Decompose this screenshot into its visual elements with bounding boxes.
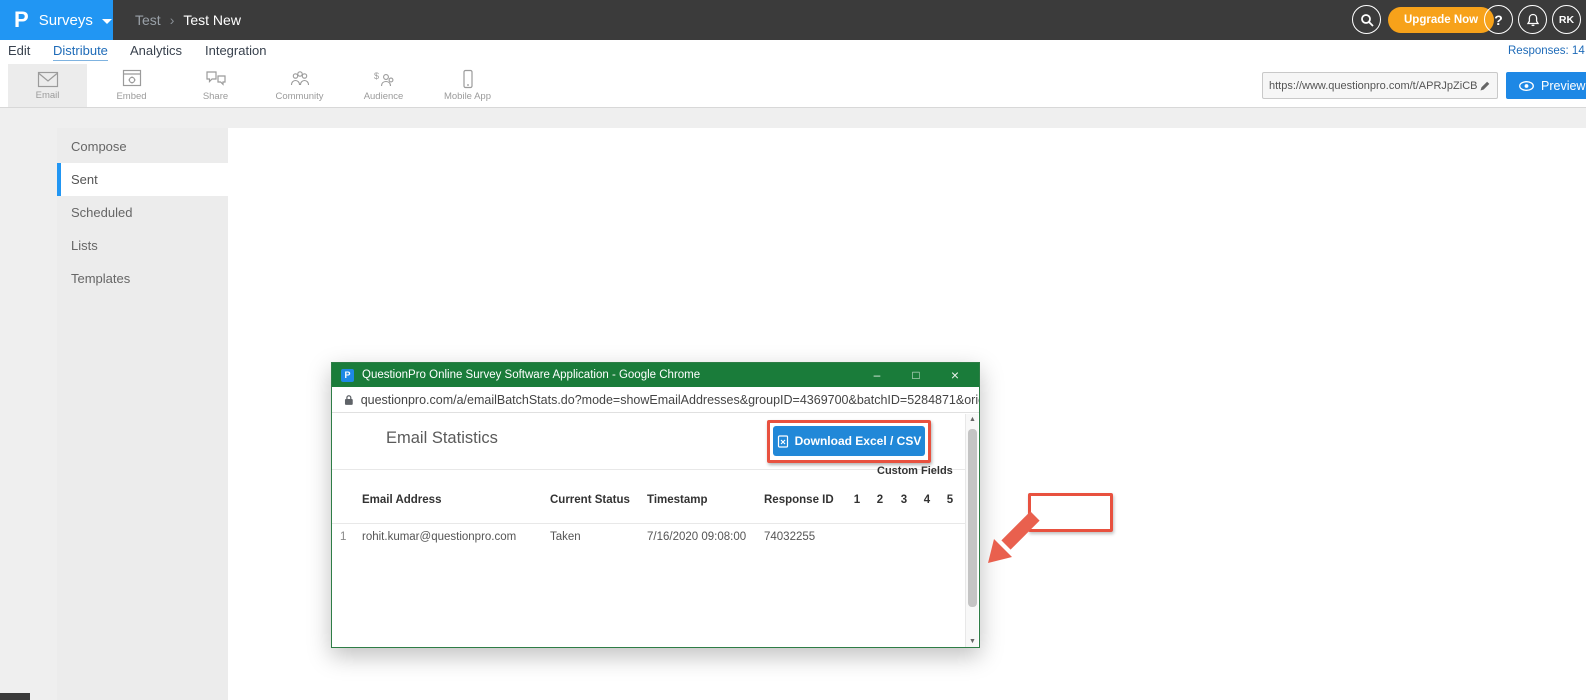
- share-icon: [205, 70, 227, 89]
- tab-integration[interactable]: Integration: [205, 43, 266, 58]
- breadcrumb-separator-icon: ›: [170, 12, 175, 28]
- mobile-phone-icon: [457, 69, 479, 89]
- divider: [332, 469, 968, 470]
- lock-icon: [344, 394, 354, 406]
- col-timestamp: Timestamp: [647, 494, 708, 506]
- toolbar-item-community[interactable]: Community: [260, 64, 339, 107]
- toolbar-label: Community: [275, 91, 323, 102]
- col-email-address: Email Address: [362, 494, 441, 506]
- sidebar-item-lists[interactable]: Lists: [57, 229, 228, 262]
- toolbar-item-share[interactable]: Share: [176, 64, 255, 107]
- custom-fields-label: Custom Fields: [877, 465, 953, 477]
- sidebar-item-templates[interactable]: Templates: [57, 262, 228, 295]
- col-custom-5: 5: [944, 494, 956, 506]
- row-timestamp: 7/16/2020 09:08:00: [647, 531, 746, 543]
- email-statistics-popup-window: P QuestionPro Online Survey Software App…: [331, 362, 980, 648]
- top-header-bar: P Surveys Test › Test New Upgrade Now ? …: [0, 0, 1586, 40]
- download-label: Download Excel / CSV: [795, 434, 922, 448]
- survey-url-field: [1262, 72, 1498, 99]
- email-icon: [37, 71, 59, 88]
- toolbar-label: Mobile App: [444, 91, 491, 102]
- surveys-menu-label: Surveys: [39, 12, 93, 29]
- col-custom-2: 2: [874, 494, 886, 506]
- popup-scrollbar[interactable]: ▲ ▼: [965, 414, 978, 647]
- audience-dollar-icon: $: [373, 70, 395, 89]
- popup-url-text: questionpro.com/a/emailBatchStats.do?mod…: [361, 393, 979, 407]
- chevron-down-icon: [102, 19, 112, 24]
- community-people-icon: [289, 70, 311, 89]
- minimize-button[interactable]: –: [860, 363, 894, 387]
- toolbar-item-email[interactable]: Email: [8, 64, 87, 107]
- row-index: 1: [340, 531, 346, 543]
- upgrade-now-button[interactable]: Upgrade Now: [1388, 7, 1494, 33]
- col-custom-3: 3: [898, 494, 910, 506]
- tab-distribute[interactable]: Distribute: [53, 43, 108, 61]
- help-button[interactable]: ?: [1484, 5, 1513, 34]
- toolbar-item-audience[interactable]: $ Audience: [344, 64, 423, 107]
- scroll-up-icon[interactable]: ▲: [966, 416, 979, 423]
- search-button[interactable]: [1352, 5, 1381, 34]
- svg-text:$: $: [374, 71, 379, 81]
- sidebar-item-scheduled[interactable]: Scheduled: [57, 196, 228, 229]
- edit-pencil-icon[interactable]: [1479, 80, 1491, 92]
- questionpro-favicon-icon: P: [341, 369, 354, 382]
- search-icon: [1360, 13, 1374, 27]
- sidebar-item-compose[interactable]: Compose: [57, 130, 228, 163]
- bell-icon: [1526, 13, 1540, 27]
- maximize-button[interactable]: □: [899, 363, 933, 387]
- breadcrumb-survey-name: Test New: [183, 12, 241, 28]
- questionpro-logo-icon: P: [14, 7, 29, 33]
- embed-icon: [121, 69, 143, 89]
- col-current-status: Current Status: [550, 494, 630, 506]
- user-avatar[interactable]: RK: [1552, 5, 1581, 34]
- eye-icon: [1519, 81, 1534, 91]
- survey-url-input[interactable]: [1269, 80, 1479, 92]
- preview-button[interactable]: Preview: [1506, 72, 1586, 99]
- breadcrumb: Test › Test New: [135, 0, 241, 40]
- annotation-arrow-icon: [983, 506, 1045, 568]
- popup-title-bar[interactable]: P QuestionPro Online Survey Software App…: [332, 363, 979, 387]
- row-response-id: 74032255: [764, 531, 815, 543]
- notifications-button[interactable]: [1518, 5, 1547, 34]
- surveys-menu[interactable]: P Surveys: [0, 0, 113, 40]
- divider: [332, 523, 968, 524]
- toolbar-label: Embed: [116, 91, 146, 102]
- close-button[interactable]: ×: [938, 363, 972, 387]
- row-email: rohit.kumar@questionpro.com: [362, 531, 516, 543]
- toolbar-item-mobile-app[interactable]: Mobile App: [428, 64, 507, 107]
- survey-nav-bar: Edit Distribute Analytics Integration Re…: [0, 40, 1586, 64]
- responses-count[interactable]: Responses: 14: [1508, 45, 1585, 57]
- breadcrumb-folder[interactable]: Test: [135, 12, 161, 28]
- toolbar-item-embed[interactable]: Embed: [92, 64, 171, 107]
- preview-label: Preview: [1541, 79, 1585, 93]
- popup-window-title: QuestionPro Online Survey Software Appli…: [362, 369, 700, 381]
- taskbar-corner-strip: [0, 693, 30, 700]
- email-sidebar: Compose Sent Scheduled Lists Templates: [57, 128, 228, 700]
- question-mark-icon: ?: [1494, 12, 1503, 28]
- toolbar-label: Share: [203, 91, 228, 102]
- download-excel-csv-button[interactable]: Download Excel / CSV: [773, 426, 925, 456]
- excel-file-icon: [777, 435, 789, 448]
- tab-analytics[interactable]: Analytics: [130, 43, 182, 58]
- distribute-toolbar: Email Embed Share Community $: [0, 64, 1586, 108]
- col-custom-4: 4: [921, 494, 933, 506]
- toolbar-label: Email: [36, 90, 60, 101]
- scroll-down-icon[interactable]: ▼: [966, 638, 979, 645]
- popup-address-bar[interactable]: questionpro.com/a/emailBatchStats.do?mod…: [332, 387, 979, 413]
- col-custom-1: 1: [851, 494, 863, 506]
- email-statistics-heading: Email Statistics: [386, 429, 498, 448]
- scrollbar-thumb[interactable]: [968, 429, 977, 607]
- col-response-id: Response ID: [764, 494, 834, 506]
- toolbar-label: Audience: [364, 91, 404, 102]
- sidebar-item-sent[interactable]: Sent: [57, 163, 228, 196]
- row-status: Taken: [550, 531, 581, 543]
- tab-edit[interactable]: Edit: [8, 43, 30, 58]
